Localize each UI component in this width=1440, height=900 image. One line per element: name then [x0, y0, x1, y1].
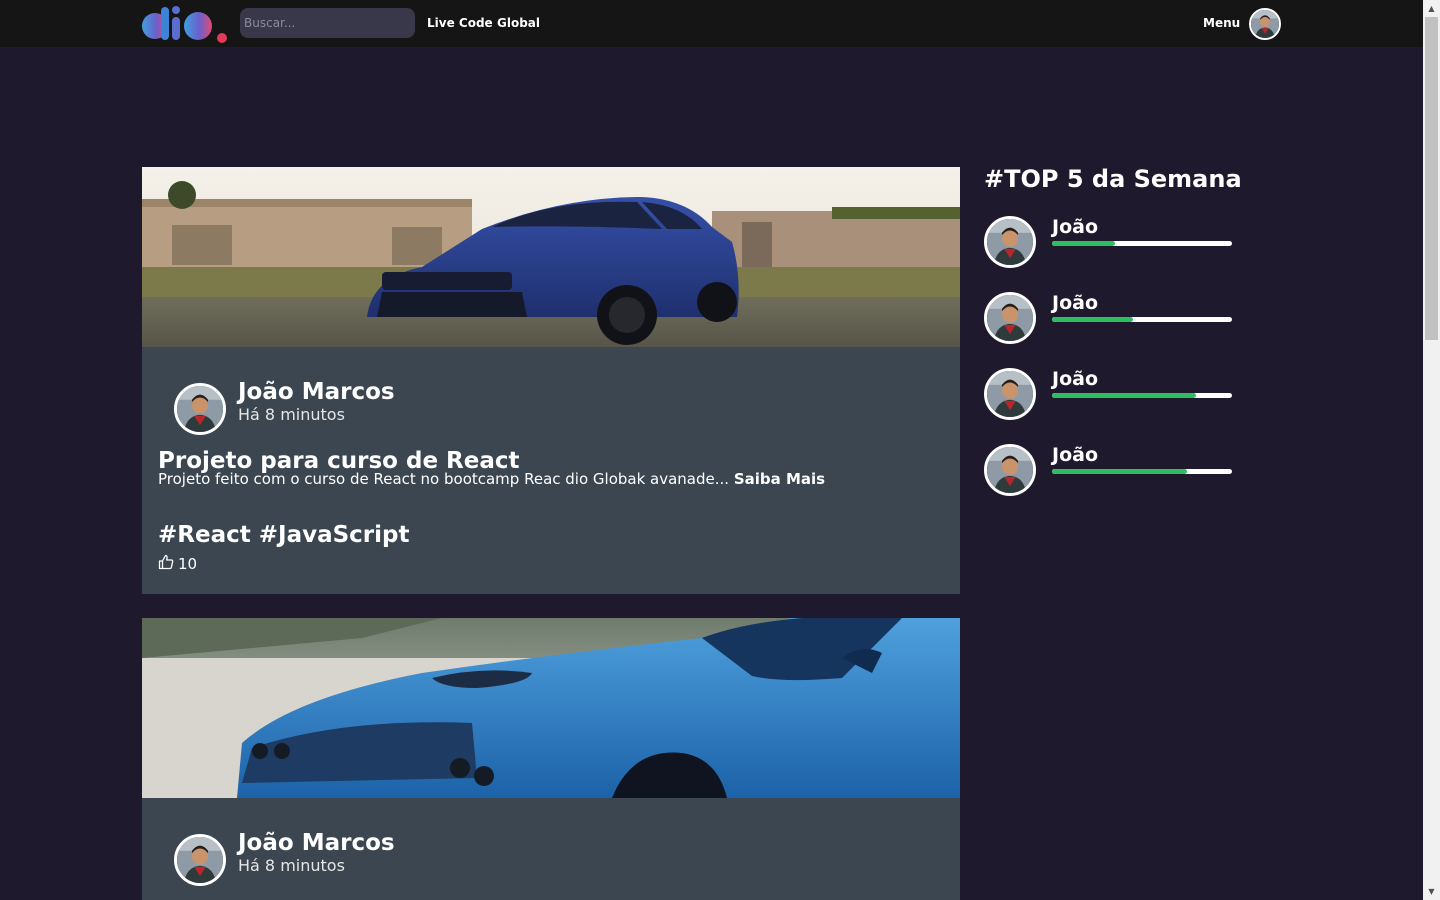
vertical-scrollbar[interactable]: ▲ ▼ — [1423, 0, 1440, 900]
ranking-progress-fill — [1052, 469, 1187, 474]
ranking-name: João — [1052, 444, 1098, 466]
scroll-down-arrow-icon[interactable]: ▼ — [1423, 883, 1440, 900]
ranking-avatar[interactable] — [984, 292, 1036, 344]
user-avatar[interactable] — [1249, 8, 1281, 40]
post-image-dodge-charger[interactable] — [142, 167, 960, 347]
post-card: João Marcos Há 8 minutos — [142, 618, 960, 900]
ranking-progress-bar — [1052, 317, 1232, 322]
ranking-name: João — [1052, 216, 1098, 238]
read-more-link[interactable]: Saiba Mais — [734, 470, 825, 488]
ranking-name: João — [1052, 368, 1098, 390]
ranking-progress-fill — [1052, 393, 1196, 398]
scrollbar-thumb[interactable] — [1425, 17, 1438, 340]
ranking-avatar[interactable] — [984, 444, 1036, 496]
post-time: Há 8 minutos — [238, 856, 345, 875]
post-card: João Marcos Há 8 minutos Projeto para cu… — [142, 167, 960, 594]
menu-button[interactable]: Menu — [1203, 16, 1240, 30]
ranking-progress-fill — [1052, 317, 1133, 322]
ranking-progress-bar — [1052, 469, 1232, 474]
dio-logo[interactable] — [141, 5, 231, 43]
ranking-avatar[interactable] — [984, 216, 1036, 268]
like-count: 10 — [178, 555, 198, 573]
top-navbar: Live Code Global Menu — [0, 0, 1423, 47]
author-name: João Marcos — [238, 830, 395, 856]
nav-link-live-code[interactable]: Live Code — [427, 16, 493, 30]
post-description-text: Projeto feito com o curso de React no bo… — [158, 470, 730, 488]
ranking-name: João — [1052, 292, 1098, 314]
post-image-dodge-challenger[interactable] — [142, 618, 960, 798]
ranking-title: #TOP 5 da Semana — [984, 165, 1242, 193]
post-description: Projeto feito com o curso de React no bo… — [158, 470, 825, 488]
like-row: 10 — [158, 554, 198, 574]
post-time: Há 8 minutos — [238, 405, 345, 424]
author-avatar[interactable] — [174, 383, 226, 435]
ranking-progress-bar — [1052, 241, 1232, 246]
ranking-avatar[interactable] — [984, 368, 1036, 420]
scroll-up-arrow-icon[interactable]: ▲ — [1423, 0, 1440, 17]
author-avatar[interactable] — [174, 834, 226, 886]
ranking-progress-fill — [1052, 241, 1115, 246]
search-input[interactable] — [240, 8, 415, 38]
post-tags: #React #JavaScript — [158, 522, 410, 548]
nav-link-global[interactable]: Global — [497, 16, 540, 30]
author-name: João Marcos — [238, 379, 395, 405]
ranking-progress-bar — [1052, 393, 1232, 398]
thumbs-up-icon[interactable] — [158, 554, 174, 574]
